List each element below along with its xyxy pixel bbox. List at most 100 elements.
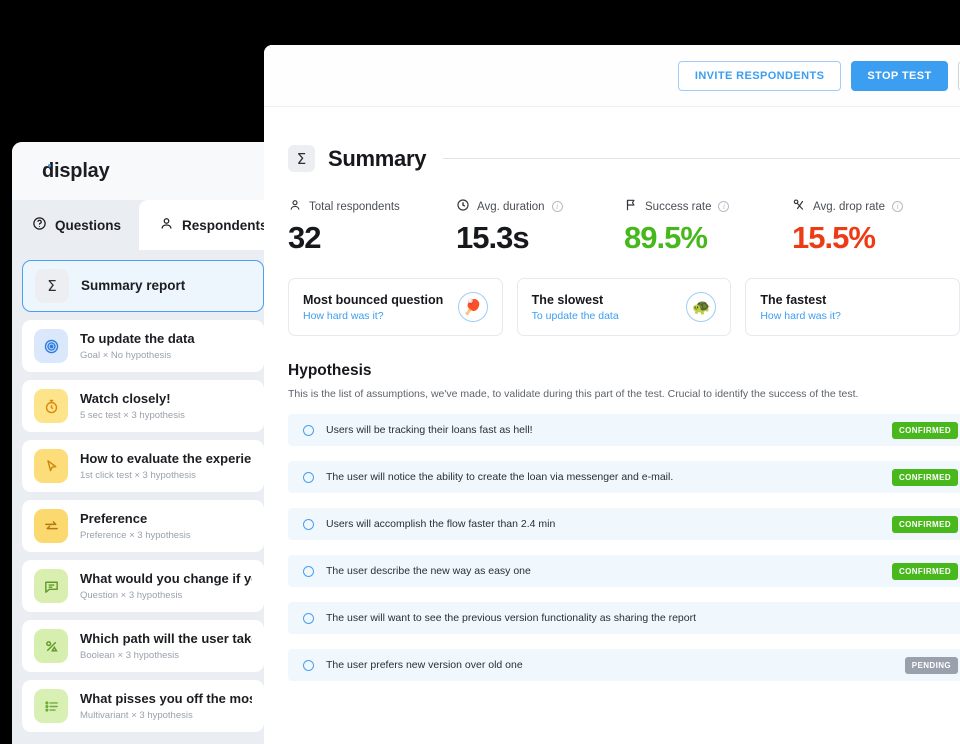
info-icon[interactable]: i: [718, 201, 730, 212]
status-ring-icon: [303, 659, 314, 671]
sidebar-item-label: To update the data: [80, 331, 195, 347]
drop-branch-icon: [792, 198, 806, 215]
turtle-icon: 🐢: [686, 292, 717, 322]
sidebar-item-label: Which path will the user take?: [80, 631, 252, 647]
sidebar-item-sub: 5 sec test × 3 hypothesis: [80, 409, 185, 421]
metric-value: 32: [288, 220, 321, 255]
tab-respondents[interactable]: Respondents: [139, 200, 274, 250]
hypothesis-text: The user will want to see the previous v…: [326, 612, 697, 624]
screenshot-stage: display Questions Respondents Σ Summary …: [0, 0, 960, 744]
sidebar-item-sub: 1st click test × 3 hypothesis: [80, 469, 196, 481]
top-toolbar: INVITE RESPONDENTS STOP TEST R: [264, 45, 960, 107]
hypothesis-text: Users will be tracking their loans fast …: [326, 424, 533, 436]
metric-label: Avg. drop rate: [813, 200, 886, 213]
sidebar-item-sub: Boolean × 3 hypothesis: [80, 649, 180, 661]
sidebar-item-watch-closely[interactable]: Watch closely! 5 sec test × 3 hypothesis: [22, 380, 264, 432]
metric-avg-drop-rate: Avg. drop rate i 15.5%: [792, 198, 960, 256]
status-badge: CONFIRMED: [891, 515, 958, 533]
left-sidebar-panel: display Questions Respondents Σ Summary …: [12, 142, 274, 744]
sidebar-item-sub: Goal × No hypothesis: [80, 349, 172, 361]
list-icon: [34, 689, 68, 723]
metric-label: Success rate: [645, 200, 712, 213]
sidebar-item-what-would-you-change[interactable]: What would you change if you c... Questi…: [22, 560, 264, 612]
app-logo[interactable]: display: [12, 142, 274, 200]
sidebar-item-label: What would you change if you c...: [80, 571, 252, 587]
list-item[interactable]: The user will notice the ability to crea…: [288, 461, 960, 493]
brand-name: display: [42, 159, 110, 182]
card-title: Most bounced question: [303, 292, 444, 307]
hypothesis-text: The user will notice the ability to crea…: [326, 471, 674, 483]
page-title: Summary: [328, 145, 427, 171]
sidebar-nav-list: Σ Summary report To update the data Goal…: [12, 250, 274, 732]
status-ring-icon: [303, 518, 314, 530]
sidebar-item-which-path[interactable]: Which path will the user take? Boolean ×…: [22, 620, 264, 672]
card-most-bounced-question[interactable]: Most bounced question How hard was it? 🏓: [288, 278, 503, 336]
list-item[interactable]: Users will accomplish the flow faster th…: [288, 508, 960, 540]
metric-value: 15.5%: [792, 220, 876, 255]
metric-value: 15.3s: [456, 220, 530, 255]
sidebar-item-sub: Question × 3 hypothesis: [80, 589, 183, 601]
card-the-fastest[interactable]: The fastest How hard was it?: [745, 278, 960, 336]
list-item[interactable]: The user describe the new way as easy on…: [288, 555, 960, 587]
metrics-row: Total respondents 32 Avg. duration i 15.…: [264, 172, 960, 256]
sidebar-item-label: Watch closely!: [80, 391, 171, 407]
metric-label: Avg. duration: [477, 200, 545, 213]
status-ring-icon: [303, 612, 314, 624]
hypothesis-list: Users will be tracking their loans fast …: [264, 400, 960, 681]
hypothesis-text: The user prefers new version over old on…: [326, 659, 523, 671]
main-content-panel: INVITE RESPONDENTS STOP TEST R Σ Summary…: [264, 45, 960, 744]
list-item[interactable]: The user will want to see the previous v…: [288, 602, 960, 634]
card-title: The fastest: [760, 292, 827, 307]
stop-test-button[interactable]: STOP TEST: [851, 60, 948, 91]
card-title: The slowest: [531, 292, 604, 307]
metric-label: Total respondents: [309, 200, 400, 213]
info-icon[interactable]: i: [892, 201, 904, 212]
metric-value: 89.5%: [624, 220, 708, 255]
tab-questions[interactable]: Questions: [12, 200, 139, 250]
hypothesis-header: Hypothesis This is the list of assumptio…: [264, 336, 960, 400]
sidebar-item-what-pisses-you-off[interactable]: What pisses you off the most? Multivaria…: [22, 680, 264, 732]
sidebar-item-summary-report[interactable]: Σ Summary report: [22, 260, 264, 312]
list-item[interactable]: Users will be tracking their loans fast …: [288, 414, 960, 446]
stopwatch-icon: [34, 389, 68, 423]
flag-icon: [624, 198, 638, 215]
metric-total-respondents: Total respondents 32: [288, 198, 456, 256]
sidebar-item-label: What pisses you off the most?: [80, 691, 252, 707]
person-icon: [159, 216, 174, 234]
sidebar-item-to-update-the-data[interactable]: To update the data Goal × No hypothesis: [22, 320, 264, 372]
tab-questions-label: Questions: [55, 217, 122, 233]
sidebar-item-label: Summary report: [81, 277, 186, 293]
status-badge: CONFIRMED: [891, 421, 958, 439]
sidebar-item-sub: Preference × 3 hypothesis: [80, 529, 191, 541]
invite-respondents-button[interactable]: INVITE RESPONDENTS: [677, 60, 842, 91]
sidebar-item-label: How to evaluate the experience?: [80, 451, 252, 467]
comment-icon: [34, 569, 68, 603]
list-item[interactable]: The user prefers new version over old on…: [288, 649, 960, 681]
sidebar-tabs: Questions Respondents: [12, 200, 274, 250]
status-ring-icon: [303, 565, 314, 577]
sidebar-item-sub: Multivariant × 3 hypothesis: [80, 709, 193, 721]
ping-pong-paddle-icon: 🏓: [457, 292, 488, 322]
card-link[interactable]: How hard was it?: [760, 310, 841, 322]
question-circle-icon: [32, 216, 47, 234]
cursor-icon: [34, 449, 68, 483]
card-link[interactable]: To update the data: [532, 310, 619, 322]
sigma-icon: Σ: [35, 269, 69, 303]
status-ring-icon: [303, 471, 314, 483]
sidebar-item-preference[interactable]: Preference Preference × 3 hypothesis: [22, 500, 264, 552]
info-icon[interactable]: i: [551, 201, 563, 212]
status-ring-icon: [303, 424, 314, 436]
card-link[interactable]: How hard was it?: [303, 310, 443, 322]
person-icon: [288, 198, 302, 215]
sidebar-item-label: Preference: [80, 511, 148, 527]
metric-success-rate: Success rate i 89.5%: [624, 198, 792, 256]
card-the-slowest[interactable]: The slowest To update the data 🐢: [516, 278, 732, 336]
target-icon: [34, 329, 68, 363]
hypothesis-text: The user describe the new way as easy on…: [326, 565, 531, 577]
summary-section-header: Σ Summary: [264, 107, 960, 172]
tab-respondents-label: Respondents: [182, 217, 268, 233]
highlight-cards-row: Most bounced question How hard was it? 🏓…: [264, 256, 960, 336]
metric-avg-duration: Avg. duration i 15.3s: [456, 198, 624, 256]
sidebar-item-how-to-evaluate[interactable]: How to evaluate the experience? 1st clic…: [22, 440, 264, 492]
status-badge: PENDING: [904, 656, 958, 674]
